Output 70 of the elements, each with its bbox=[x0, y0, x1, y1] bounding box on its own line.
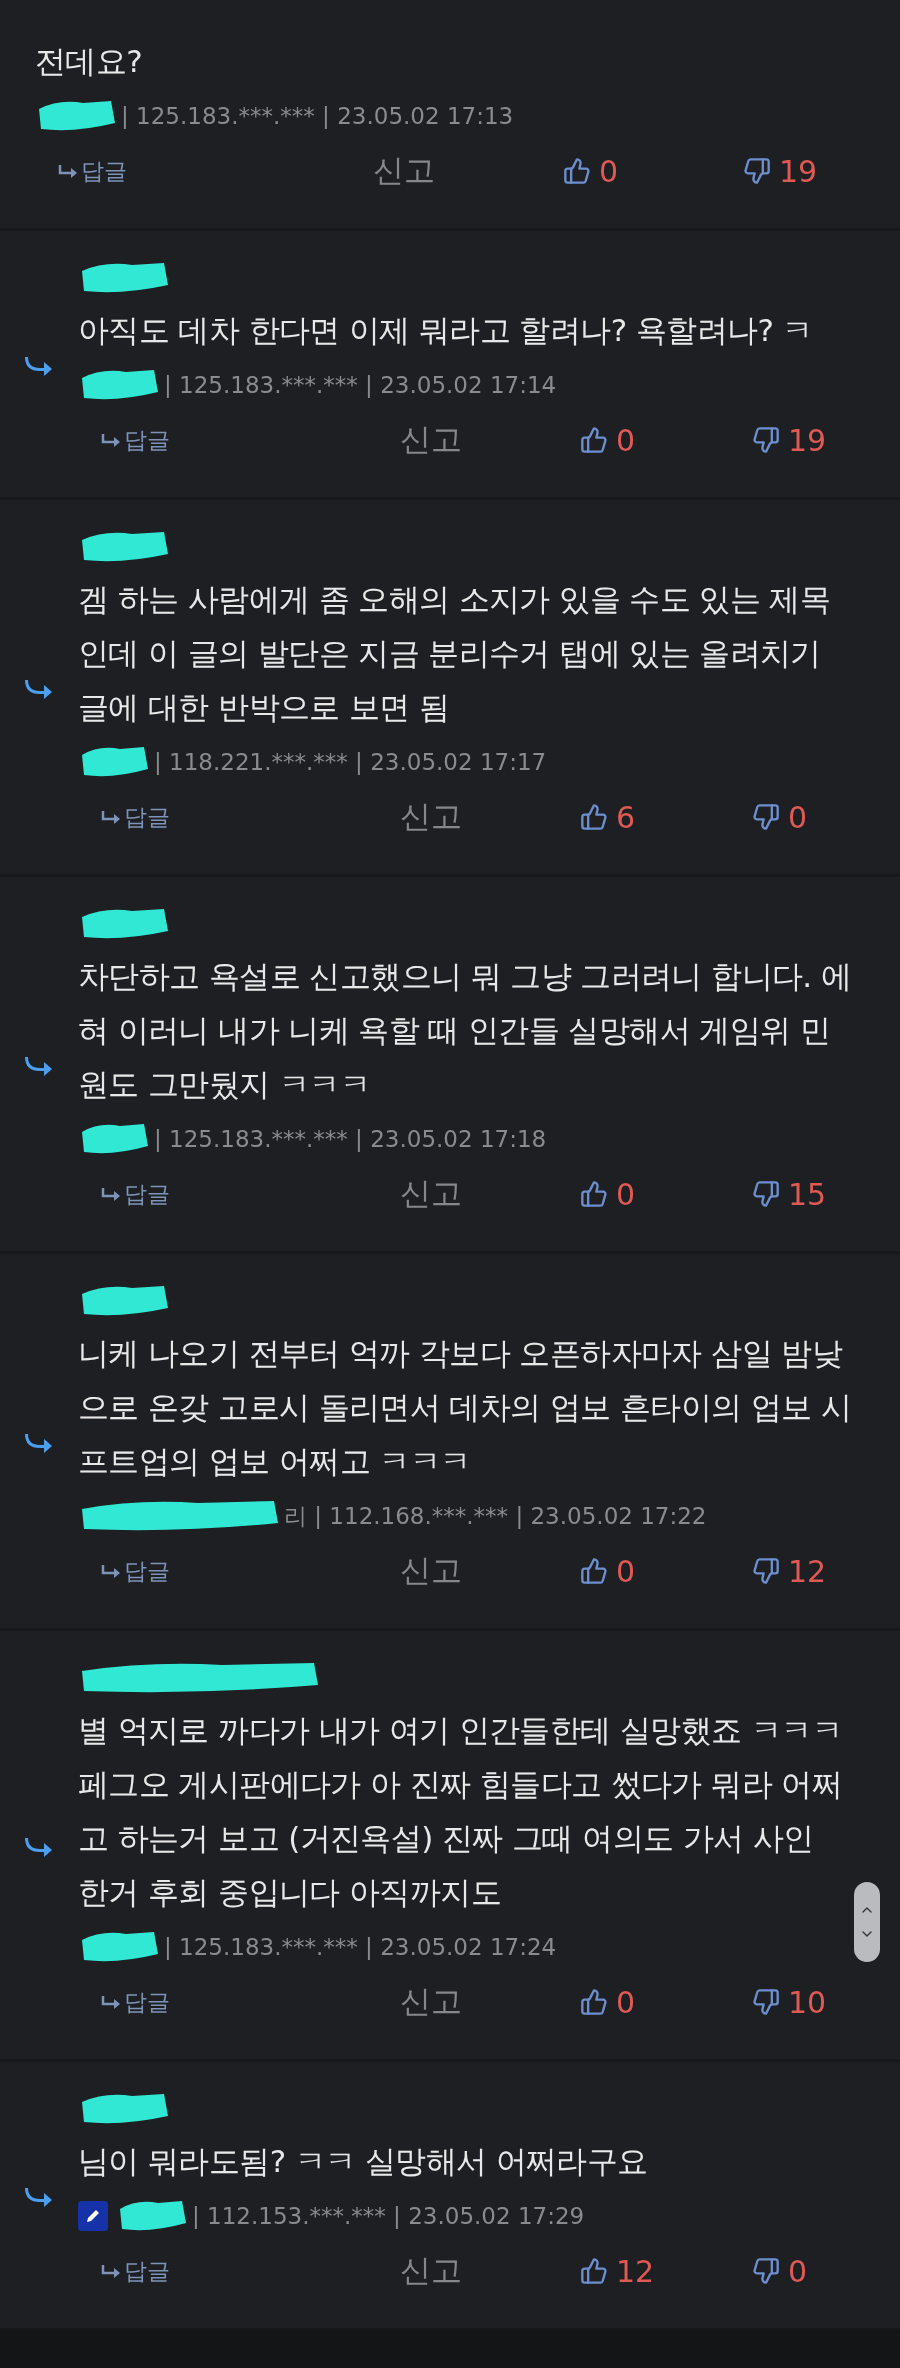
comment-meta: | 118.221.***.*** | 23.05.02 17:17 bbox=[154, 749, 547, 775]
like-button[interactable]: 0 bbox=[580, 1553, 636, 1589]
reply-link[interactable]: 답글 bbox=[57, 155, 127, 187]
thumbs-up-icon bbox=[580, 1557, 608, 1585]
comment-text: 전데요? bbox=[35, 42, 144, 81]
reply-arrow-icon bbox=[24, 1054, 54, 1078]
reply-link[interactable]: 답글 bbox=[100, 1178, 170, 1210]
like-button[interactable]: 12 bbox=[580, 2253, 655, 2289]
thumbs-down-icon bbox=[752, 426, 780, 454]
reply-arrow-icon bbox=[24, 2185, 54, 2209]
reply-arrow-icon bbox=[24, 677, 54, 701]
comment-meta: | 125.183.***.*** | 23.05.02 17:13 bbox=[121, 103, 514, 129]
comment-meta: | 112.153.***.*** | 23.05.02 17:29 bbox=[192, 2203, 585, 2229]
thumbs-down-icon bbox=[752, 2257, 780, 2285]
comment-text: 차단하고 욕설로 신고했으니 뭐 그냥 그러려니 합니다. 에혀 이러니 내가 니케 욕할 때 인간들 실망해서 게임위 민원도 그만뒀지 ㅋㅋㅋ bbox=[78, 957, 852, 1104]
dislike-button[interactable]: 0 bbox=[752, 799, 808, 835]
scroll-button[interactable] bbox=[854, 1882, 880, 1962]
reply-arrow-icon bbox=[100, 809, 122, 825]
report-link[interactable]: 신고 bbox=[400, 796, 462, 838]
thumbs-down-icon bbox=[752, 1180, 780, 1208]
reply-arrow-icon bbox=[24, 354, 54, 378]
thumbs-down-icon bbox=[752, 1988, 780, 2016]
report-link[interactable]: 신고 bbox=[400, 419, 462, 461]
reply-link[interactable]: 답글 bbox=[100, 2255, 170, 2287]
comment-meta: | 125.183.***.*** | 23.05.02 17:24 bbox=[164, 1934, 557, 1960]
like-button[interactable]: 0 bbox=[563, 153, 619, 189]
thumbs-down-icon bbox=[752, 1557, 780, 1585]
dislike-button[interactable]: 19 bbox=[743, 153, 818, 189]
reply-link[interactable]: 답글 bbox=[100, 1986, 170, 2018]
reply-link[interactable]: 답글 bbox=[100, 1555, 170, 1587]
reply-link[interactable]: 답글 bbox=[100, 801, 170, 833]
reply-arrow-icon bbox=[57, 163, 79, 179]
reply-arrow-icon bbox=[100, 2263, 122, 2279]
thumbs-up-icon bbox=[580, 426, 608, 454]
comment-text: 아직도 데차 한다면 이제 뭐라고 할려나? 욕할려나? ㅋ bbox=[78, 311, 814, 350]
thumbs-up-icon bbox=[580, 1988, 608, 2016]
reply-arrow-icon bbox=[24, 1835, 54, 1859]
thumbs-down-icon bbox=[743, 157, 771, 185]
thumbs-up-icon bbox=[580, 803, 608, 831]
report-link[interactable]: 신고 bbox=[400, 2250, 462, 2292]
reply-arrow-icon bbox=[24, 1431, 54, 1455]
report-link[interactable]: 신고 bbox=[400, 1550, 462, 1592]
report-link[interactable]: 신고 bbox=[373, 150, 435, 192]
like-button[interactable]: 0 bbox=[580, 1984, 636, 2020]
report-link[interactable]: 신고 bbox=[400, 1981, 462, 2023]
dislike-button[interactable]: 15 bbox=[752, 1176, 827, 1212]
thumbs-up-icon bbox=[580, 2257, 608, 2285]
comment-meta: 리 | 112.168.***.*** | 23.05.02 17:22 bbox=[284, 1501, 707, 1531]
comment-text: 니케 나오기 전부터 억까 각보다 오픈하자마자 삼일 밤낮으로 온갖 고로시 돌리면서 데차의 업보 흔타이의 업보 시프트업의 업보 어쩌고 ㅋㅋㅋ bbox=[78, 1334, 852, 1481]
thumbs-up-icon bbox=[563, 157, 591, 185]
dislike-button[interactable]: 0 bbox=[752, 2253, 808, 2289]
dislike-button[interactable]: 19 bbox=[752, 422, 827, 458]
reply-link[interactable]: 답글 bbox=[100, 424, 170, 456]
dislike-button[interactable]: 10 bbox=[752, 1984, 827, 2020]
comment-text: 님이 뭐라도됨? ㅋㅋ 실망해서 어쩌라구요 bbox=[78, 2142, 649, 2181]
comment-meta: | 125.183.***.*** | 23.05.02 17:18 bbox=[154, 1126, 547, 1152]
report-link[interactable]: 신고 bbox=[400, 1173, 462, 1215]
reply-arrow-icon bbox=[100, 1994, 122, 2010]
like-button[interactable]: 0 bbox=[580, 422, 636, 458]
comment-text: 겜 하는 사람에게 좀 오해의 소지가 있을 수도 있는 제목인데 이 글의 발단은 지금 분리수거 탭에 있는 올려치기 글에 대한 반박으로 보면 됨 bbox=[78, 580, 832, 727]
comment-meta: | 125.183.***.*** | 23.05.02 17:14 bbox=[164, 372, 557, 398]
dislike-button[interactable]: 12 bbox=[752, 1553, 827, 1589]
reply-arrow-icon bbox=[100, 1186, 122, 1202]
like-button[interactable]: 0 bbox=[580, 1176, 636, 1212]
thumbs-down-icon bbox=[752, 803, 780, 831]
like-button[interactable]: 6 bbox=[580, 799, 636, 835]
comment-text: 별 억지로 까다가 내가 여기 인간들한테 실망했죠 ㅋㅋㅋ 페그오 게시판에다가 아 진짜 힘들다고 썼다가 뭐라 어쩌고 하는거 보고 (거진욕설) 진짜 그때 여의도 가서 사인 한거 후회 중입니다 아직까지도 bbox=[78, 1711, 843, 1912]
reply-arrow-icon bbox=[100, 1563, 122, 1579]
thumbs-up-icon bbox=[580, 1180, 608, 1208]
reply-arrow-icon bbox=[100, 432, 122, 448]
